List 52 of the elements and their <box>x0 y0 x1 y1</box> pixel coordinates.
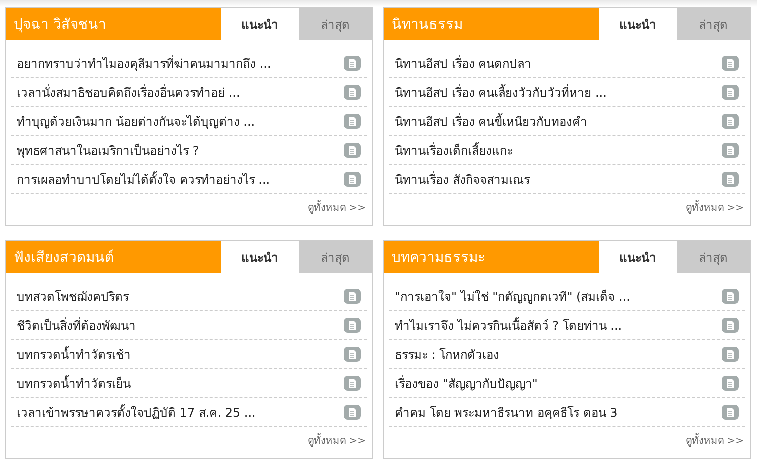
tab[interactable]: ล่าสุด <box>299 8 372 40</box>
document-icon[interactable] <box>344 346 361 362</box>
document-icon[interactable] <box>344 172 361 186</box>
document-icon[interactable] <box>344 114 361 128</box>
tab[interactable]: ล่าสุด <box>677 8 750 40</box>
article-link[interactable]: พุทธศาสนาในอเมริกาเป็นอย่างไร ? <box>17 140 200 160</box>
article-link[interactable]: ทำบุญด้วยเงินมาก น้อยต่างกันจะได้บุญต่าง ... <box>17 112 256 130</box>
document-icon[interactable] <box>722 114 739 128</box>
document-icon[interactable] <box>722 172 739 186</box>
document-icon[interactable] <box>722 376 739 390</box>
document-icon[interactable] <box>344 288 361 304</box>
article-link[interactable]: บทกรวดน้ำทำวัตรเย็น <box>17 374 131 392</box>
document-icon[interactable] <box>722 56 739 70</box>
article-link[interactable]: "การเอาใจ" ไม่ใช่ "กตัญญูกตเวที" (สมเด็จ ... <box>395 286 630 306</box>
panel-title: บทความธรรมะ <box>384 241 599 273</box>
panel-title: ปุจฉา วิสัจชนา <box>6 8 221 40</box>
document-icon[interactable] <box>344 318 361 332</box>
article-link[interactable]: ทำไมเราจึง ไม่ควรกินเนื้อสัตว์ ? โดยท่าน ... <box>395 316 622 334</box>
tab[interactable]: ล่าสุด <box>299 241 372 273</box>
document-icon[interactable] <box>344 142 361 158</box>
panel-title: นิทานธรรม <box>384 8 599 40</box>
tab[interactable]: ล่าสุด <box>677 241 750 273</box>
see-all-link[interactable]: ดูทั้งหมด >> <box>686 433 744 448</box>
see-all-link[interactable]: ดูทั้งหมด >> <box>686 200 744 215</box>
see-all-link[interactable]: ดูทั้งหมด >> <box>308 200 366 215</box>
document-icon[interactable] <box>722 288 739 304</box>
document-icon[interactable] <box>722 84 739 100</box>
document-icon[interactable] <box>722 404 739 420</box>
article-link[interactable]: การเผลอทำบาปโดยไม่ได้ตั้งใจ ควรทำอย่างไร ... <box>17 170 270 188</box>
document-icon[interactable] <box>344 84 361 100</box>
document-icon[interactable] <box>722 142 739 158</box>
document-icon[interactable] <box>344 56 361 70</box>
panel-title: ฟังเสียงสวดมนต์ <box>6 241 221 273</box>
document-icon[interactable] <box>344 404 361 420</box>
article-link[interactable]: ธรรมะ : โกหกตัวเอง <box>395 344 500 364</box>
article-link[interactable]: อยากทราบว่าทำไมองคุลีมารที่ฆ่าคนมามากถึง ... <box>17 54 272 72</box>
article-link[interactable]: ชีวิตเป็นสิ่งที่ต้องพัฒนา <box>17 316 136 334</box>
article-link[interactable]: คำคม โดย พระมหาธีรนาท อคฺคธีโร ตอน 3 <box>395 402 618 422</box>
article-link[interactable]: นิทานเรื่องเด็กเลี้ยงแกะ <box>395 140 513 160</box>
document-icon[interactable] <box>722 346 739 362</box>
article-link[interactable]: บทกรวดน้ำทำวัตรเช้า <box>17 344 131 364</box>
article-link[interactable]: บทสวดโพชฌังคปริตร <box>17 286 129 306</box>
article-link[interactable]: นิทานเรื่อง สังกิจจสามเณร <box>395 170 530 188</box>
document-icon[interactable] <box>722 318 739 332</box>
document-icon[interactable] <box>344 376 361 390</box>
article-link[interactable]: นิทานอีสป เรื่อง คนขี้เหนียวกับทองคำ <box>395 112 588 130</box>
article-link[interactable]: นิทานอีสป เรื่อง คนเลี้ยงวัวกับวัวที่หาย ... <box>395 82 607 102</box>
article-link[interactable]: เวลาเข้าพรรษาควรตั้งใจปฏิบัติ 17 ส.ค. 25 ... <box>17 402 256 422</box>
see-all-link[interactable]: ดูทั้งหมด >> <box>308 433 366 448</box>
article-link[interactable]: นิทานอีสป เรื่อง คนตกปลา <box>395 54 532 72</box>
article-link[interactable]: เวลานั่งสมาธิชอบคิดถึงเรื่องอื่นควรทำอย่ ... <box>17 82 240 102</box>
article-link[interactable]: เรื่องของ "สัญญากับปัญญา" <box>395 374 538 392</box>
